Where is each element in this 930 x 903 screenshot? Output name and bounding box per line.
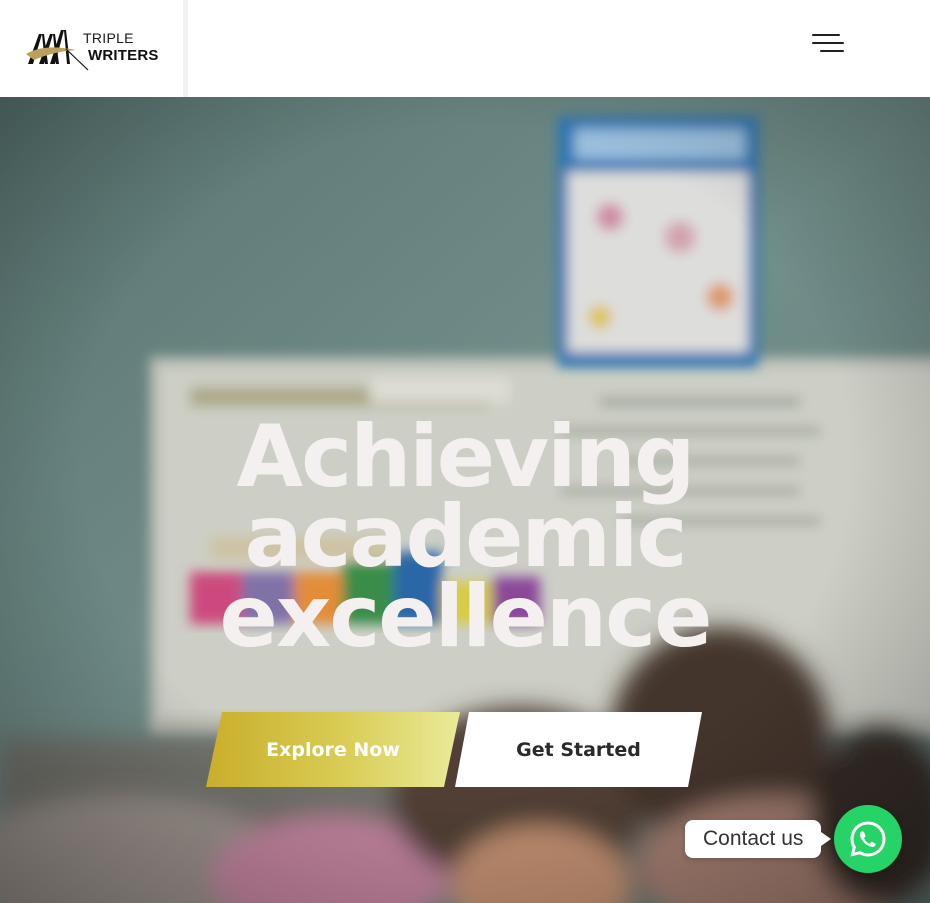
logo-mark-icon	[26, 30, 89, 71]
hamburger-menu-icon[interactable]	[808, 31, 846, 57]
menu-line	[812, 34, 840, 36]
whatsapp-icon[interactable]	[834, 805, 902, 873]
contact-us-button[interactable]: Contact us	[685, 820, 832, 858]
whatsapp-glyph-icon	[850, 821, 886, 857]
hero-title-line: academic	[244, 487, 687, 587]
header-divider	[183, 0, 188, 97]
site-header: TRIPLE WRITERS	[0, 0, 930, 97]
logo[interactable]: TRIPLE WRITERS	[26, 24, 166, 72]
explore-now-label: Explore Now	[266, 738, 400, 761]
hero-title: Achieving academic excellence	[0, 407, 930, 667]
logo-text-triple: TRIPLE	[83, 30, 134, 46]
hero-section: Achieving academic excellence Explore No…	[0, 97, 930, 903]
menu-line	[812, 42, 844, 44]
menu-line	[820, 50, 844, 52]
get-started-label: Get Started	[516, 738, 641, 761]
explore-now-button[interactable]: Explore Now	[206, 712, 460, 787]
hero-title-line: excellence	[219, 567, 713, 667]
contact-us-label: Contact us	[703, 827, 804, 850]
get-started-button[interactable]: Get Started	[455, 712, 702, 787]
logo-text-writers: WRITERS	[88, 47, 159, 64]
hero-title-line: Achieving	[236, 407, 696, 507]
